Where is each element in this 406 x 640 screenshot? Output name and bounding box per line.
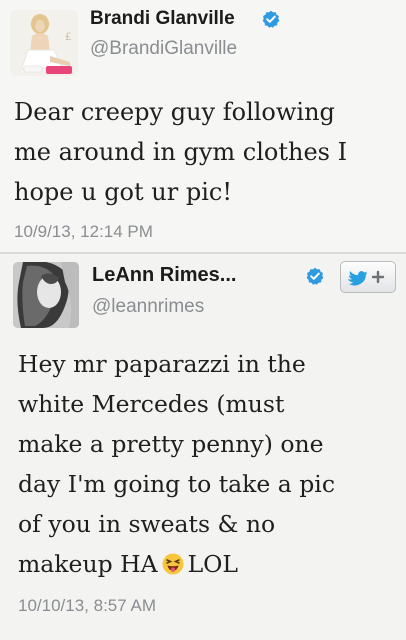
- tweet-text: Hey mr paparazzi in the white Mercedes (…: [18, 344, 403, 584]
- tweet-text-main: Hey mr paparazzi in the white Mercedes (…: [18, 350, 335, 578]
- avatar-leann[interactable]: [13, 262, 79, 328]
- verified-badge-icon: [262, 10, 280, 28]
- bird-plus-icon: [348, 270, 385, 286]
- svg-text:£: £: [65, 32, 71, 43]
- laughing-tongue-emoji-icon: [162, 553, 184, 575]
- handle[interactable]: @BrandiGlanville: [90, 38, 237, 60]
- tweet-brandi[interactable]: £ Brandi Glanville @BrandiGlanville Dear…: [0, 0, 406, 254]
- timestamp[interactable]: 10/10/13, 8:57 AM: [18, 596, 156, 616]
- display-name[interactable]: LeAnn Rimes...: [92, 264, 236, 287]
- display-name[interactable]: Brandi Glanville: [90, 8, 235, 30]
- profile-photo-icon: £: [10, 10, 78, 76]
- tweet-text-lol: LOL: [187, 550, 239, 578]
- timestamp[interactable]: 10/9/13, 12:14 PM: [14, 222, 153, 242]
- avatar-brandi[interactable]: £: [10, 10, 78, 76]
- follow-button[interactable]: [340, 261, 396, 293]
- tweet-text: Dear creepy guy following me around in g…: [14, 98, 348, 206]
- profile-photo-icon: [13, 262, 79, 328]
- verified-badge-icon: [306, 267, 324, 285]
- handle[interactable]: @leannrimes: [92, 296, 204, 318]
